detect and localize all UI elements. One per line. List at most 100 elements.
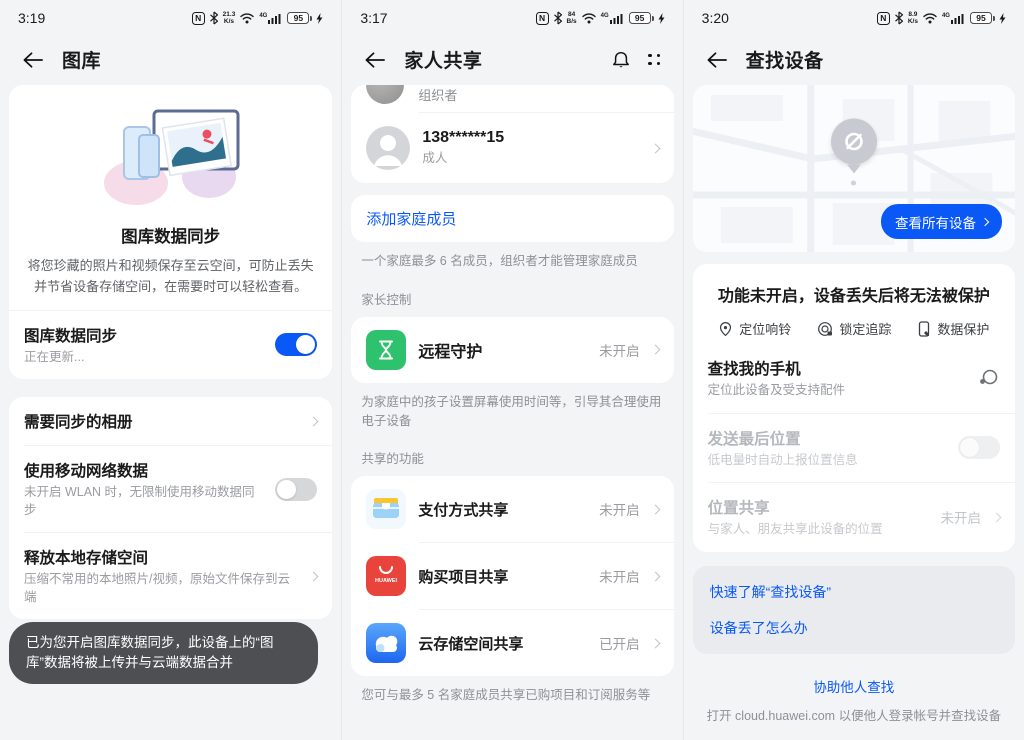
toast-message: 已为您开启图库数据同步，此设备上的“图库”数据将被上传并与云端数据合并 — [9, 622, 318, 685]
sync-options-card: 需要同步的相册 使用移动网络数据 未开启 WLAN 时，无限制使用移动数据同步 … — [9, 397, 332, 619]
feature-lock-track: 锁定追踪 — [817, 319, 891, 338]
shared-features-card: 支付方式共享 未开启 HUAWEI 购买项目共享 未开启 云存储空间共享 已开启 — [351, 476, 673, 676]
status-icons: N 21.3K/s 4G 95 — [192, 11, 324, 25]
help-others-find-link[interactable]: 协助他人查找 — [684, 676, 1024, 696]
view-all-devices-button[interactable]: 查看所有设备 — [881, 204, 1002, 239]
charging-icon — [658, 13, 665, 24]
chevron-right-icon — [992, 512, 1002, 522]
status-time: 3:20 — [702, 10, 729, 26]
status-bar: 3:20 N 8.9K/s 4G 95 — [684, 0, 1024, 30]
organizer-avatar — [366, 85, 404, 104]
mobile-data-toggle[interactable] — [275, 478, 317, 501]
location-pin-icon — [718, 321, 733, 337]
wifi-icon — [239, 12, 255, 24]
family-members-card: 组织者 138******15 成人 — [351, 85, 673, 183]
chevron-right-icon — [309, 416, 319, 426]
page-title: 图库 — [62, 46, 319, 73]
row-title: 发送最后位置 — [708, 427, 946, 449]
payment-sharing-row[interactable]: 支付方式共享 未开启 — [351, 476, 673, 542]
nfc-icon: N — [536, 12, 549, 25]
row-subtitle: 压缩不常用的本地照片/视频，原始文件保存到云端 — [24, 571, 298, 606]
organizer-row[interactable]: 组织者 — [351, 85, 673, 112]
quick-intro-link[interactable]: 快速了解“查找设备” — [710, 582, 998, 602]
add-family-member-button[interactable]: 添加家庭成员 — [351, 195, 673, 242]
battery-icon: 95 — [287, 12, 312, 25]
feature-off-warning: 功能未开启，设备丢失后将无法被保护 — [693, 264, 1015, 306]
sync-hero: 图库数据同步 将您珍藏的照片和视频保存至云空间，可防止丢失并节省设备存储空间，在… — [9, 85, 332, 298]
row-title: 位置共享 — [708, 496, 929, 518]
members-hint: 一个家庭最多 6 名成员，组织者才能管理家庭成员 — [361, 252, 663, 271]
sync-card-title: 图库数据同步 — [25, 223, 316, 247]
page-header: 家人共享 — [342, 30, 682, 85]
sync-card-description: 将您珍藏的照片和视频保存至云空间，可防止丢失并节省设备存储空间，在需要时可以轻松… — [27, 256, 314, 298]
chevron-right-icon — [650, 638, 660, 648]
row-status: 未开启 — [599, 566, 640, 586]
chevron-right-icon — [650, 143, 660, 153]
wifi-icon — [922, 12, 938, 24]
mobile-data-row[interactable]: 使用移动网络数据 未开启 WLAN 时，无限制使用移动数据同步 — [9, 446, 332, 532]
nfc-icon: N — [877, 12, 890, 25]
row-title: 购买项目共享 — [418, 566, 587, 587]
shared-features-hint: 您可与最多 5 名家庭成员共享已购项目和订阅服务等 — [361, 686, 663, 705]
section-parental-control: 家长控制 — [361, 289, 663, 308]
row-title: 查找我的手机 — [708, 357, 966, 379]
cloud-storage-sharing-row[interactable]: 云存储空间共享 已开启 — [351, 610, 673, 676]
send-last-location-toggle[interactable] — [958, 436, 1000, 459]
bluetooth-icon — [894, 11, 904, 25]
find-my-phone-row[interactable]: 查找我的手机 定位此设备及受支持配件 — [693, 344, 1015, 413]
network-speed: 21.3K/s — [223, 11, 236, 25]
feature-data-protect: 数据保护 — [917, 319, 989, 338]
loading-spinner-icon — [978, 367, 1000, 389]
gallery-sync-toggle-row[interactable]: 图库数据同步 正在更新... — [9, 310, 332, 380]
battery-icon: 95 — [629, 12, 654, 25]
remote-guard-icon — [366, 330, 406, 370]
notification-bell-icon[interactable] — [612, 51, 630, 69]
signal-icon: 4G — [259, 13, 281, 24]
location-disabled-icon — [831, 118, 877, 164]
location-sharing-row[interactable]: 位置共享 与家人、朋友共享此设备的位置 未开启 — [693, 483, 1015, 552]
feature-list: 定位响铃 锁定追踪 数据保护 — [693, 306, 1015, 344]
purchase-sharing-row[interactable]: HUAWEI 购买项目共享 未开启 — [351, 543, 673, 609]
appgallery-icon: HUAWEI — [366, 556, 406, 596]
status-time: 3:19 — [18, 10, 45, 26]
free-up-storage-row[interactable]: 释放本地存储空间 压缩不常用的本地照片/视频，原始文件保存到云端 — [9, 533, 332, 619]
charging-icon — [316, 13, 323, 24]
phone-protect-icon — [917, 321, 931, 337]
more-options-icon[interactable] — [648, 54, 661, 66]
signal-icon: 4G — [942, 13, 964, 24]
section-shared-features: 共享的功能 — [361, 448, 663, 467]
parental-hint: 为家庭中的孩子设置屏幕使用时间等，引导其合理使用电子设备 — [361, 393, 663, 431]
row-status: 未开启 — [599, 340, 640, 360]
footer-hint: 打开 cloud.huawei.com 以便他人登录帐号并查找设备 — [684, 705, 1024, 724]
page-title: 查找设备 — [746, 46, 1002, 73]
toggle-row-title: 图库数据同步 — [24, 324, 263, 346]
wallet-icon — [366, 489, 406, 529]
status-bar: 3:19 N 21.3K/s 4G 95 — [0, 0, 341, 30]
row-title: 使用移动网络数据 — [24, 459, 263, 481]
back-icon[interactable] — [22, 51, 44, 69]
chevron-right-icon — [650, 504, 660, 514]
charging-icon — [999, 13, 1006, 24]
remote-guard-row[interactable]: 远程守护 未开启 — [351, 317, 673, 383]
add-member-label: 添加家庭成员 — [366, 208, 456, 229]
row-status: 已开启 — [599, 633, 640, 653]
gallery-sync-card: 图库数据同步 将您珍藏的照片和视频保存至云空间，可防止丢失并节省设备存储空间，在… — [9, 85, 332, 379]
find-device-main-card: 功能未开启，设备丢失后将无法被保护 定位响铃 锁定追踪 数据保护 查找我的手机 … — [693, 264, 1015, 552]
signal-icon: 4G — [601, 13, 623, 24]
family-sharing-screen: 3:17 N 84B/s 4G 95 家人共享 组织者 138******15 — [341, 0, 682, 740]
row-subtitle: 定位此设备及受支持配件 — [708, 382, 966, 400]
member-avatar — [366, 126, 410, 170]
row-subtitle: 低电量时自动上报位置信息 — [708, 452, 946, 470]
back-icon[interactable] — [364, 51, 386, 69]
back-icon[interactable] — [706, 51, 728, 69]
status-time: 3:17 — [360, 10, 387, 26]
lost-device-link[interactable]: 设备丢了怎么办 — [710, 618, 998, 638]
send-last-location-row[interactable]: 发送最后位置 低电量时自动上报位置信息 — [693, 414, 1015, 483]
network-speed: 8.9K/s — [908, 11, 918, 25]
gallery-sync-toggle[interactable] — [275, 333, 317, 356]
bluetooth-icon — [553, 11, 563, 25]
find-device-screen: 3:20 N 8.9K/s 4G 95 查找设备 — [683, 0, 1024, 740]
family-member-row[interactable]: 138******15 成人 — [351, 113, 673, 183]
row-title: 支付方式共享 — [418, 499, 587, 520]
albums-to-sync-row[interactable]: 需要同步的相册 — [9, 397, 332, 445]
